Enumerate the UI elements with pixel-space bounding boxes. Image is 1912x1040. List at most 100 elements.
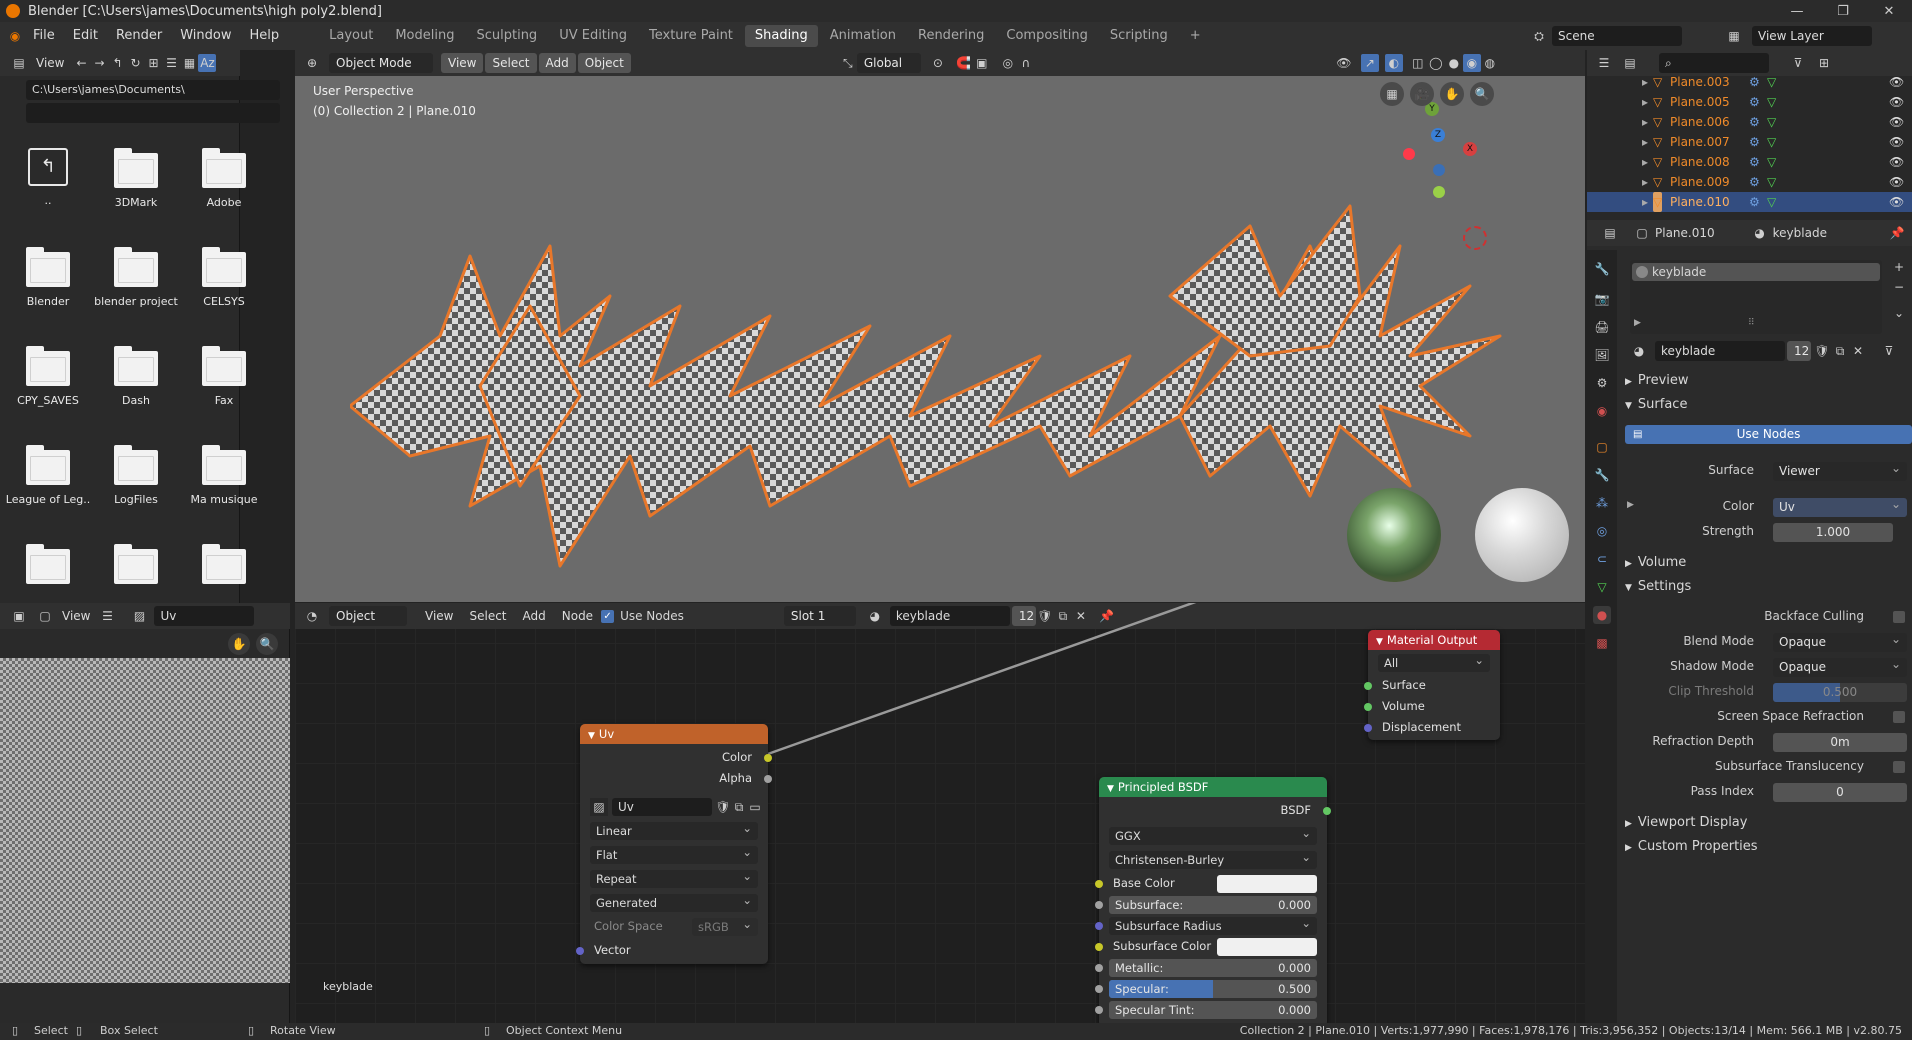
subsurface-radius-socket[interactable] <box>1095 922 1103 930</box>
section-surface[interactable]: ▼ Surface <box>1625 397 1687 412</box>
outliner-row[interactable]: ▸ ▽ Plane.007 ⚙ ▽ 👁 <box>1587 132 1912 152</box>
gizmo-neg-x[interactable] <box>1403 148 1415 160</box>
material-name-field[interactable]: keyblade <box>1655 341 1785 361</box>
menu-help[interactable]: Help <box>241 22 289 50</box>
tool-tab-icon[interactable]: 🔧 <box>1593 260 1611 278</box>
outliner-row-selected[interactable]: ▸ ▽ Plane.010 ⚙ ▽ 👁 <box>1587 192 1912 212</box>
specular-socket[interactable] <box>1095 985 1103 993</box>
material-browse-icon[interactable]: ◕ <box>1630 342 1648 360</box>
specular-slider[interactable]: Specular: 0.500 <box>1109 980 1317 998</box>
material-preview-icon[interactable]: ◉ <box>1462 54 1481 72</box>
minimize-icon[interactable]: — <box>1774 0 1820 22</box>
section-custom-properties[interactable]: ▶ Custom Properties <box>1625 839 1758 854</box>
material-tab-icon[interactable]: ● <box>1593 606 1611 624</box>
image-browse-icon[interactable]: ▨ <box>590 798 608 816</box>
viewport-menu-object[interactable]: Object <box>577 53 631 73</box>
surface-dropdown[interactable]: Viewer <box>1773 459 1907 481</box>
back-icon[interactable]: ← <box>72 54 90 72</box>
subsurface-color-swatch[interactable] <box>1217 938 1317 956</box>
outliner-row[interactable]: ▸ ▽ Plane.008 ⚙ ▽ 👁 <box>1587 152 1912 172</box>
tab-modeling[interactable]: Modeling <box>385 25 464 47</box>
view-layer-icon[interactable]: ▦ <box>1725 27 1743 45</box>
outliner-search-input[interactable]: ⌕ <box>1659 53 1769 73</box>
tab-texture-paint[interactable]: Texture Paint <box>639 25 743 47</box>
source-dropdown[interactable]: Generated <box>590 891 758 912</box>
color-space-dropdown[interactable]: sRGB <box>692 915 758 936</box>
scene-field[interactable]: Scene <box>1552 26 1682 46</box>
tab-animation[interactable]: Animation <box>820 25 906 47</box>
section-volume[interactable]: ▶ Volume <box>1625 555 1686 570</box>
volume-socket[interactable] <box>1364 703 1372 711</box>
outliner-row[interactable]: ▸ ▽ Plane.005 ⚙ ▽ 👁 <box>1587 92 1912 112</box>
display-mode-icon[interactable]: ▤ <box>1621 54 1639 72</box>
shader-node-editor[interactable]: ◔ Object View Select Add Node ✓ Use Node… <box>295 603 1585 1027</box>
world-tab-icon[interactable]: ◉ <box>1593 402 1611 420</box>
strength-field[interactable]: 1.000 <box>1773 523 1893 542</box>
orientation-dropdown[interactable]: Global <box>856 53 921 73</box>
clip-threshold-slider[interactable]: 0.500 <box>1773 683 1907 702</box>
menu-edit[interactable]: Edit <box>64 22 107 50</box>
folder-item[interactable]: ↰ .. <box>4 148 92 207</box>
distribution-dropdown[interactable]: GGX <box>1109 824 1317 845</box>
folder-item[interactable]: blender project <box>92 247 180 308</box>
projection-dropdown[interactable]: Flat <box>590 843 758 864</box>
gizmo-neg-z[interactable] <box>1433 164 1445 176</box>
transform-orientation-icon[interactable]: ⤡ <box>839 54 857 72</box>
folder-item[interactable]: Ma musique <box>180 445 268 506</box>
interpolation-dropdown[interactable]: Linear <box>590 819 758 840</box>
specular-tint-socket[interactable] <box>1095 1006 1103 1014</box>
folder-item[interactable]: 3DMark <box>92 148 180 209</box>
output-alpha-socket[interactable] <box>764 775 772 783</box>
particles-tab-icon[interactable]: ⁂ <box>1593 494 1611 512</box>
base-color-socket[interactable] <box>1095 880 1103 888</box>
folder-item[interactable]: Dash <box>92 346 180 407</box>
folder-item[interactable]: League of Leg.. <box>4 445 92 506</box>
subsurface-color-socket[interactable] <box>1095 943 1103 951</box>
pivot-icon[interactable]: ⊙ <box>929 54 947 72</box>
gizmo-toggle-icon[interactable]: ↗ <box>1360 54 1379 72</box>
subsurface-method-dropdown[interactable]: Christensen-Burley <box>1109 848 1317 869</box>
output-tab-icon[interactable]: 🖨 <box>1593 318 1611 336</box>
hamburger-menu-icon[interactable]: ☰ <box>98 607 116 625</box>
viewport-menu-add[interactable]: Add <box>538 53 576 73</box>
output-color-socket[interactable] <box>764 754 772 762</box>
node-header[interactable]: ▼ Principled BSDF <box>1099 777 1327 797</box>
slot-specials-icon[interactable]: ⌄ <box>1890 304 1908 322</box>
folder-item[interactable] <box>4 544 92 592</box>
subsurface-socket[interactable] <box>1095 901 1103 909</box>
displacement-socket[interactable] <box>1364 724 1372 732</box>
add-workspace-button[interactable]: + <box>1180 25 1211 47</box>
filter-icon[interactable]: ⊽ <box>1789 54 1807 72</box>
pan-hand-icon[interactable]: ✋ <box>1440 82 1464 106</box>
viewport-menu-view[interactable]: View <box>441 53 484 73</box>
rendered-shading-icon[interactable]: ◍ <box>1481 54 1499 72</box>
file-name-field[interactable] <box>26 103 280 123</box>
remove-slot-icon[interactable]: − <box>1890 278 1908 296</box>
folder-item[interactable]: CELSYS <box>180 247 268 308</box>
tab-uv-editing[interactable]: UV Editing <box>549 25 637 47</box>
overlay-toggle-icon[interactable]: ◐ <box>1384 54 1403 72</box>
editor-type-icon[interactable]: ▣ <box>10 607 28 625</box>
outliner-row[interactable]: ▸ ▽ Plane.003 ⚙ ▽ 👁 <box>1587 72 1912 92</box>
parent-dir-icon[interactable]: ↰ <box>108 54 126 72</box>
link-mode-icon[interactable]: ⊽ <box>1880 342 1898 360</box>
duplicate-material-icon[interactable]: ⧉ <box>1831 342 1849 360</box>
grid-toggle-icon[interactable]: ▦ <box>1380 82 1404 106</box>
base-color-swatch[interactable] <box>1217 875 1317 893</box>
tab-shading[interactable]: Shading <box>744 25 818 47</box>
new-collection-icon[interactable]: ⊞ <box>1815 54 1833 72</box>
shadow-mode-dropdown[interactable]: Opaque <box>1773 655 1907 677</box>
navigation-gizmo[interactable]: Y X Z <box>1375 98 1485 208</box>
subsurface-radius-field[interactable]: Subsurface Radius <box>1109 914 1317 935</box>
wireframe-shading-icon[interactable]: ◯ <box>1427 54 1445 72</box>
new-folder-icon[interactable]: ⊞ <box>144 54 162 72</box>
modifier-tab-icon[interactable]: 🔧 <box>1593 466 1611 484</box>
image-texture-node[interactable]: ▼Uv Color Alpha ▨ Uv 🛡 ⧉ ▭ Linear Flat R… <box>576 724 772 964</box>
menu-window[interactable]: Window <box>171 22 240 50</box>
editor-type-icon[interactable]: ▤ <box>1601 224 1619 242</box>
resize-handle-icon[interactable]: ⠿ <box>1748 318 1755 328</box>
node-image-name[interactable]: Uv <box>612 798 712 816</box>
snap-icon[interactable]: 🧲 <box>955 54 973 72</box>
camera-view-icon[interactable]: 🎥 <box>1410 82 1434 106</box>
node-header[interactable]: ▼ Material Output <box>1368 630 1500 650</box>
